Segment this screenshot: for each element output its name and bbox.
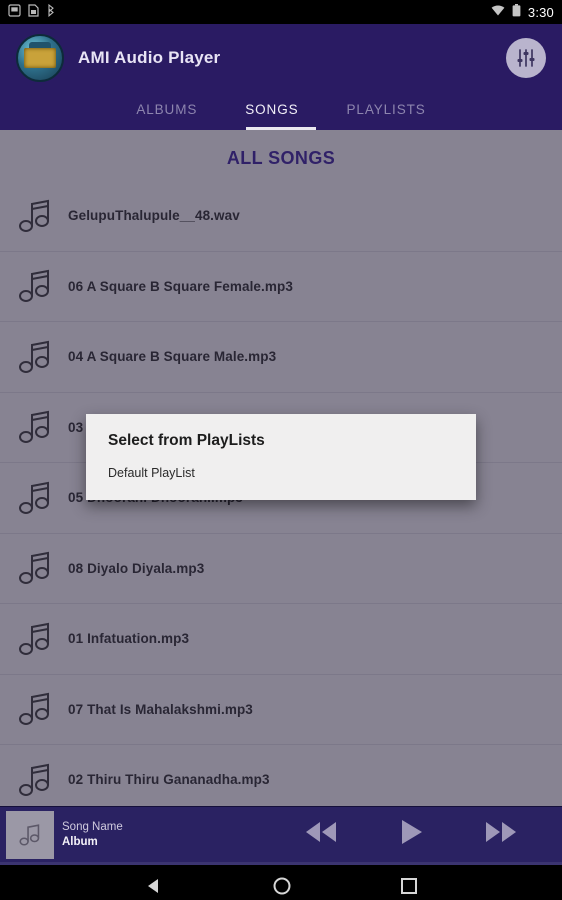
playlist-select-dialog: Select from PlayLists Default PlayList (86, 414, 476, 500)
battery-icon (512, 4, 521, 20)
status-left-icons (8, 3, 55, 20)
player-bar: Song Name Album (0, 806, 562, 862)
wifi-icon (491, 5, 505, 19)
album-art[interactable] (6, 810, 54, 859)
transport-controls (302, 817, 562, 852)
app-logo-icon (16, 34, 64, 82)
status-bar: 3:30 (0, 0, 562, 24)
fast-forward-icon[interactable] (482, 820, 520, 849)
bluetooth-icon (46, 3, 55, 20)
tab-bar: ALBUMS SONGS PLAYLISTS (0, 92, 562, 130)
track-meta: Song Name Album (62, 820, 182, 850)
app-bar: AMI Audio Player (0, 24, 562, 92)
back-triangle-icon[interactable] (144, 876, 164, 900)
tab-playlists[interactable]: PLAYLISTS (345, 98, 428, 125)
status-right-icons: 3:30 (491, 4, 554, 20)
play-icon[interactable] (396, 817, 426, 852)
dialog-option-default-playlist[interactable]: Default PlayList (108, 466, 454, 480)
system-nav-bar (0, 865, 562, 900)
device-screen: 3:30 AMI Audio Player ALBUMS SONGS PLAYL… (0, 0, 562, 900)
sim-card-icon (28, 4, 39, 20)
songs-list-container: ALL SONGS GelupuThalupule__48.wav 06 A S… (0, 130, 562, 806)
equalizer-icon[interactable] (506, 38, 546, 78)
app-title: AMI Audio Player (78, 48, 221, 67)
tab-albums[interactable]: ALBUMS (134, 98, 199, 125)
status-clock: 3:30 (527, 4, 554, 20)
rewind-icon[interactable] (302, 820, 340, 849)
track-title: Song Name (62, 820, 123, 833)
recents-square-icon[interactable] (400, 877, 418, 900)
tab-songs[interactable]: SONGS (243, 98, 300, 125)
dialog-title: Select from PlayLists (108, 432, 265, 449)
track-album: Album (62, 835, 98, 848)
sd-card-icon (8, 4, 21, 20)
home-circle-icon[interactable] (272, 876, 292, 900)
